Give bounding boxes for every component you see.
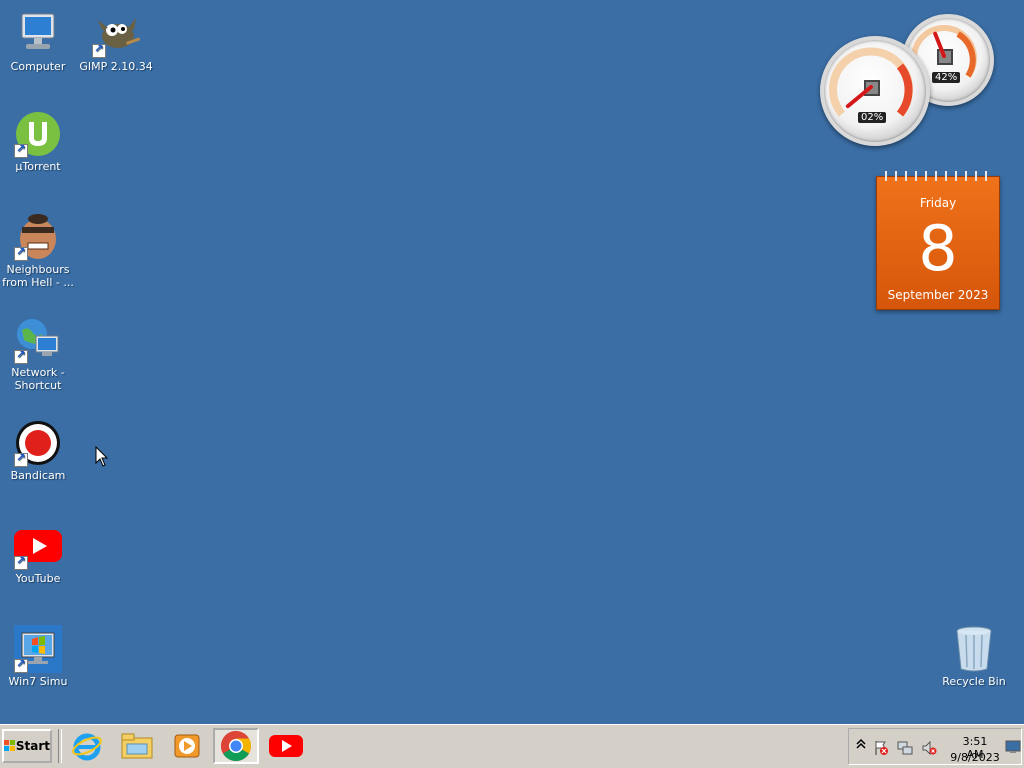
cpu-gauge: 02%	[820, 36, 930, 146]
shortcut-arrow-icon	[14, 451, 28, 467]
memory-readout: 42%	[932, 72, 961, 83]
network-icon[interactable]	[897, 740, 913, 756]
desktop-icon-win7-simu[interactable]: Win7 Simu	[0, 625, 76, 688]
shortcut-arrow-icon	[14, 245, 28, 261]
utorrent-icon	[14, 110, 62, 158]
desktop-icon-label: Network - Shortcut	[11, 366, 65, 392]
neighbours-from-hell-icon	[14, 213, 62, 261]
windows-logo-icon	[4, 740, 15, 752]
desktop-icon-gimp[interactable]: GIMP 2.10.34	[78, 10, 154, 73]
desktop-icon-network[interactable]: Network - Shortcut	[0, 316, 76, 392]
shortcut-arrow-icon	[14, 554, 28, 570]
calendar-date: 8	[918, 212, 958, 285]
youtube-icon	[14, 522, 62, 570]
internet-explorer-icon	[72, 733, 102, 761]
volume-muted-icon[interactable]	[921, 740, 937, 756]
gauge-needle-line	[845, 85, 873, 109]
desktop-icon-label: µTorrent	[15, 160, 61, 173]
desktop-icon-label: Neighbours from Hell - ...	[2, 263, 74, 289]
shortcut-arrow-icon	[14, 142, 28, 158]
desktop-icon-bandicam[interactable]: Bandicam	[0, 419, 76, 482]
show-desktop-icon[interactable]	[1005, 740, 1021, 756]
system-tray: 3:51 AM 9/8/2023	[848, 728, 1022, 765]
cpu-readout: 02%	[858, 112, 887, 123]
start-label: Start	[15, 739, 50, 753]
taskbar-separator	[58, 729, 62, 763]
shortcut-arrow-icon	[92, 42, 106, 58]
windows-explorer-icon	[121, 733, 153, 759]
desktop-icon-label: Recycle Bin	[942, 675, 1006, 688]
shortcut-arrow-icon	[14, 348, 28, 364]
desktop[interactable]: Computer GIMP 2.10.34 µTorrent	[0, 0, 1024, 724]
youtube-icon	[269, 735, 303, 757]
bandicam-icon	[14, 419, 62, 467]
taskbar-media-player[interactable]	[164, 728, 210, 764]
desktop-icon-label: Bandicam	[10, 469, 66, 482]
desktop-icon-label: Win7 Simu	[8, 675, 68, 688]
network-icon	[14, 316, 62, 364]
taskbar-internet-explorer[interactable]	[64, 728, 110, 764]
win7-simu-icon	[14, 625, 62, 673]
desktop-icon-recycle-bin[interactable]: Recycle Bin	[936, 625, 1012, 688]
start-button[interactable]: Start	[2, 729, 52, 763]
desktop-icon-label: GIMP 2.10.34	[79, 60, 153, 73]
taskbar-youtube[interactable]	[263, 728, 309, 764]
show-hidden-icons-icon[interactable]	[853, 738, 869, 754]
desktop-icon-label: Computer	[10, 60, 66, 73]
computer-icon	[14, 10, 62, 58]
gauge-needle-line	[933, 31, 946, 58]
media-player-icon	[174, 734, 200, 758]
cpu-meter-gadget[interactable]: 42% 02%	[816, 10, 996, 150]
taskbar-windows-explorer[interactable]	[114, 728, 160, 764]
desktop-icon-computer[interactable]: Computer	[0, 10, 76, 73]
clock-date[interactable]: 9/8/2023	[947, 751, 1003, 764]
desktop-icon-youtube[interactable]: YouTube	[0, 522, 76, 585]
desktop-icon-neighbours-from-hell[interactable]: Neighbours from Hell - ...	[0, 213, 76, 289]
taskbar-chrome[interactable]	[213, 728, 259, 764]
shortcut-arrow-icon	[14, 657, 28, 673]
taskbar: Start 3:51 AM 9/8/2023	[0, 724, 1024, 768]
recycle-bin-icon	[950, 625, 998, 673]
calendar-month-year: September 2023	[887, 288, 989, 302]
chrome-icon	[220, 731, 252, 762]
action-center-flag-icon[interactable]	[873, 740, 889, 756]
calendar-rings	[881, 171, 995, 181]
calendar-day: Friday	[919, 196, 957, 210]
calendar-gadget[interactable]: Friday 8 September 2023	[876, 171, 1000, 310]
desktop-icon-utorrent[interactable]: µTorrent	[0, 110, 76, 173]
gimp-icon	[92, 10, 141, 58]
desktop-icon-label: YouTube	[15, 572, 61, 585]
